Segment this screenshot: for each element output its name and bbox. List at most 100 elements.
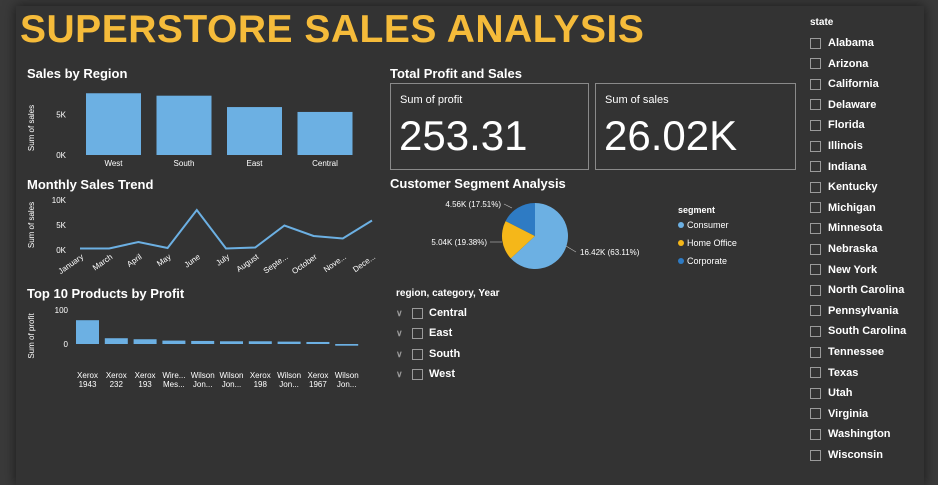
tree-item-central[interactable]: ∨ Central: [396, 305, 467, 321]
checkbox[interactable]: [412, 307, 423, 319]
bar-central[interactable]: [297, 111, 353, 155]
state-item-label: South Carolina: [828, 325, 907, 338]
checkbox[interactable]: [810, 58, 821, 70]
state-item[interactable]: Illinois: [810, 138, 863, 154]
chevron-down-icon[interactable]: ∨: [396, 349, 406, 359]
x-tick-label: July: [214, 252, 231, 268]
sales-card[interactable]: Sum of sales 26.02K: [595, 83, 796, 170]
legend-item-consumer[interactable]: Consumer: [678, 220, 729, 230]
checkbox[interactable]: [810, 202, 821, 214]
checkbox[interactable]: [810, 243, 821, 255]
segment-chart[interactable]: 16.42K (63.11%) 5.04K (19.38%) 4.56K (17.5…: [390, 190, 670, 280]
state-item[interactable]: Utah: [810, 385, 852, 401]
legend-item-home-office[interactable]: Home Office: [678, 238, 737, 248]
tree-item-south[interactable]: ∨ South: [396, 346, 460, 362]
state-item[interactable]: Alabama: [810, 35, 874, 51]
checkbox[interactable]: [810, 264, 821, 276]
product-bar[interactable]: [104, 338, 128, 344]
x-tick-label: Wilson: [219, 371, 243, 380]
product-bar[interactable]: [220, 341, 243, 344]
checkbox[interactable]: [810, 346, 821, 358]
checkbox[interactable]: [810, 428, 821, 440]
profit-card-value: 253.31: [399, 112, 528, 159]
y-tick-label: 5K: [56, 110, 66, 119]
checkbox[interactable]: [412, 348, 423, 360]
x-tick-label: Jon...: [337, 380, 357, 389]
checkbox[interactable]: [810, 367, 821, 379]
checkbox[interactable]: [810, 161, 821, 173]
legend-item-corporate[interactable]: Corporate: [678, 256, 727, 266]
bar-east[interactable]: [227, 107, 282, 155]
state-item[interactable]: Nebraska: [810, 241, 878, 257]
y-tick-label: 0: [64, 340, 69, 349]
x-tick-label: January: [57, 252, 85, 276]
checkbox[interactable]: [810, 222, 821, 234]
checkbox[interactable]: [810, 181, 821, 193]
state-item[interactable]: Minnesota: [810, 220, 882, 236]
state-item[interactable]: North Carolina: [810, 282, 904, 298]
bar-south[interactable]: [156, 95, 212, 155]
bar-west[interactable]: [86, 93, 141, 155]
state-item[interactable]: Pennsylvania: [810, 303, 898, 319]
sales-card-label: Sum of sales: [605, 94, 669, 106]
x-tick-label: 232: [110, 380, 124, 389]
state-item-label: Florida: [828, 119, 865, 132]
checkbox[interactable]: [810, 408, 821, 420]
state-item[interactable]: Florida: [810, 117, 865, 133]
state-item[interactable]: Virginia: [810, 406, 868, 422]
checkbox[interactable]: [810, 140, 821, 152]
profit-card-label: Sum of profit: [400, 94, 463, 106]
checkbox[interactable]: [810, 325, 821, 337]
product-bar[interactable]: [76, 320, 99, 344]
state-item[interactable]: Indiana: [810, 159, 867, 175]
product-bar[interactable]: [335, 344, 359, 346]
x-tick-label: Xerox: [250, 371, 271, 380]
state-item[interactable]: Washington: [810, 426, 891, 442]
products-chart[interactable]: Sum of profit 0100Xerox1943Xerox232Xerox…: [20, 300, 380, 395]
product-bar[interactable]: [248, 341, 272, 344]
trend-chart[interactable]: Sum of sales 0K 5K 10K January March April May…: [20, 191, 380, 281]
product-bar[interactable]: [133, 339, 157, 344]
state-item[interactable]: South Carolina: [810, 323, 906, 339]
state-item[interactable]: Michigan: [810, 200, 876, 216]
state-item[interactable]: Delaware: [810, 97, 876, 113]
checkbox[interactable]: [810, 387, 821, 399]
product-bar[interactable]: [191, 340, 215, 344]
state-item[interactable]: California: [810, 76, 879, 92]
product-bar[interactable]: [162, 340, 186, 344]
chevron-down-icon[interactable]: ∨: [396, 308, 406, 318]
state-item-label: Washington: [828, 428, 891, 441]
sales-trend-line[interactable]: [80, 208, 373, 250]
tree-item-east[interactable]: ∨ East: [396, 325, 452, 341]
checkbox[interactable]: [810, 99, 821, 111]
product-bar[interactable]: [306, 341, 330, 344]
x-tick-label: Jon...: [279, 380, 299, 389]
checkbox[interactable]: [810, 78, 821, 90]
x-tick-label: Central: [312, 159, 338, 168]
checkbox[interactable]: [810, 449, 821, 461]
state-item-label: California: [828, 78, 879, 91]
x-tick-label: 1967: [309, 380, 327, 389]
checkbox[interactable]: [412, 327, 423, 339]
checkbox[interactable]: [810, 284, 821, 296]
checkbox[interactable]: [412, 368, 423, 380]
chevron-down-icon[interactable]: ∨: [396, 369, 406, 379]
state-item[interactable]: Arizona: [810, 56, 868, 72]
state-item[interactable]: Tennessee: [810, 344, 884, 360]
region-chart[interactable]: Sum of sales 0K 5K West South East Central: [20, 80, 380, 172]
state-item[interactable]: Texas: [810, 365, 858, 381]
tree-item-label: Central: [429, 307, 467, 319]
leader-line: [565, 245, 577, 253]
tree-item-west[interactable]: ∨ West: [396, 366, 455, 382]
state-item[interactable]: New York: [810, 262, 877, 278]
state-item[interactable]: Kentucky: [810, 179, 878, 195]
chevron-down-icon[interactable]: ∨: [396, 328, 406, 338]
checkbox[interactable]: [810, 305, 821, 317]
state-item-label: Delaware: [828, 98, 877, 111]
checkbox[interactable]: [810, 37, 821, 49]
x-tick-label: 198: [254, 380, 268, 389]
profit-card[interactable]: Sum of profit 253.31: [390, 83, 589, 170]
state-item[interactable]: Wisconsin: [810, 447, 883, 463]
checkbox[interactable]: [810, 119, 821, 131]
product-bar[interactable]: [277, 341, 301, 344]
